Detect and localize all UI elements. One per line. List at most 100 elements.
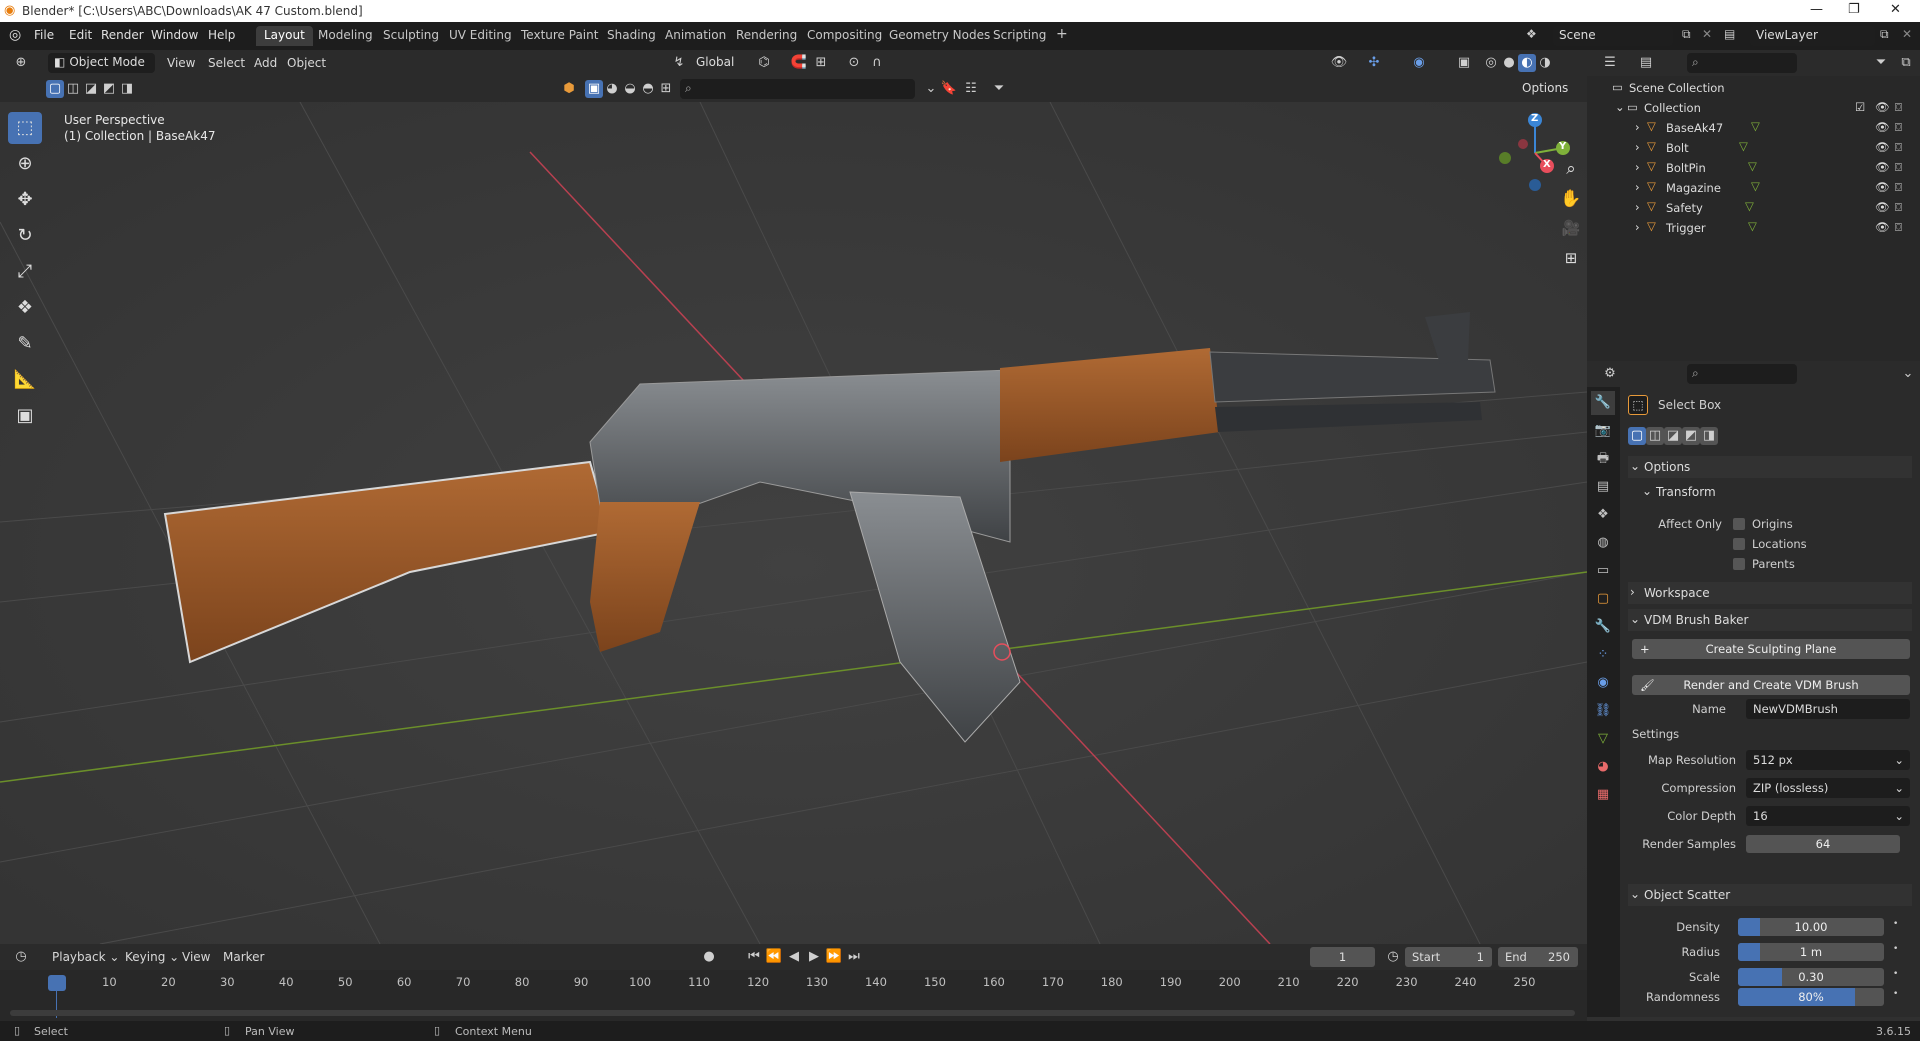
keyframe-dot-icon[interactable]: •	[1893, 969, 1898, 979]
orientation-selector[interactable]: Global ⌄	[690, 53, 745, 83]
camera-icon[interactable]: ⌼	[1895, 220, 1902, 235]
3d-viewport[interactable]: User Perspective (1) Collection | BaseAk…	[0, 102, 1587, 944]
new-view-layer-icon[interactable]: ⧉	[1880, 27, 1889, 42]
asset-library-icon[interactable]: ⌄	[922, 80, 940, 98]
exclude-checkbox-icon[interactable]: ☑	[1855, 100, 1865, 114]
mode-intersect-icon[interactable]: ◨	[1700, 427, 1718, 445]
chevron-right-icon[interactable]: ›	[1635, 140, 1640, 154]
outliner-editor-type-icon[interactable]: ☰	[1601, 54, 1619, 72]
cursor-tool-icon[interactable]: ⊕	[8, 148, 42, 180]
end-frame-field[interactable]: End 250	[1498, 947, 1578, 967]
timeline-editor-type-icon[interactable]: ◷	[12, 948, 30, 966]
material-tab-icon[interactable]: ◕	[1591, 755, 1615, 779]
outliner-item-magazine[interactable]: › ▽ Magazine ▽ 👁 ⌼	[1587, 177, 1920, 197]
color-depth-select[interactable]: 16 ⌄	[1746, 806, 1910, 826]
collection-tab-icon[interactable]: ▭	[1591, 559, 1615, 583]
display-mode-icon[interactable]: ☷	[962, 80, 980, 98]
asset-search-input[interactable]: ⌕	[680, 79, 915, 99]
camera-icon[interactable]: ⌼	[1895, 200, 1902, 215]
timeline-scrollbar[interactable]	[10, 1010, 1575, 1016]
eye-icon[interactable]: 👁	[1875, 100, 1890, 114]
eye-icon[interactable]: 👁	[1875, 220, 1890, 234]
camera-icon[interactable]: ⌼	[1895, 140, 1902, 155]
menu-object[interactable]: Object	[287, 56, 326, 70]
preview-range-icon[interactable]: ◷	[1384, 948, 1402, 966]
menu-timeline-view[interactable]: View	[182, 950, 210, 964]
keyframe-dot-icon[interactable]: •	[1893, 989, 1898, 999]
rotate-tool-icon[interactable]: ↻	[8, 220, 42, 252]
scale-tool-icon[interactable]: ⤢	[8, 256, 42, 288]
object-tab-icon[interactable]: ▢	[1591, 587, 1615, 611]
outliner-item-trigger[interactable]: › ▽ Trigger ▽ 👁 ⌼	[1587, 217, 1920, 237]
tab-sculpting[interactable]: Sculpting	[375, 26, 447, 46]
play-reverse-icon[interactable]: ◀	[785, 948, 803, 966]
new-scene-icon[interactable]: ⧉	[1682, 27, 1691, 42]
blender-menu-icon[interactable]: ◎	[9, 27, 21, 43]
constraints-tab-icon[interactable]: ⛓	[1591, 699, 1615, 723]
playhead[interactable]	[48, 975, 66, 991]
outliner-item-bolt[interactable]: › ▽ Bolt ▽ 👁 ⌼	[1587, 137, 1920, 157]
jump-end-icon[interactable]: ⏭	[845, 948, 863, 966]
view-layer-icon[interactable]: ▤	[1724, 27, 1735, 41]
eye-icon[interactable]: 👁	[1875, 160, 1890, 174]
transform-orientation-icon[interactable]: ↯	[670, 54, 688, 72]
tab-geometry-nodes[interactable]: Geometry Nodes	[881, 26, 998, 46]
falloff-icon[interactable]: ∩	[868, 54, 886, 72]
eye-icon[interactable]: 👁	[1875, 140, 1890, 154]
scene-tab-icon[interactable]: ❖	[1591, 503, 1615, 527]
bookmark-icon[interactable]: 🔖	[940, 80, 958, 98]
output-tab-icon[interactable]: 🖶	[1591, 447, 1615, 471]
pivot-point-icon[interactable]: ⌬	[755, 54, 773, 72]
mode-subtract-icon[interactable]: ◪	[1664, 427, 1682, 445]
select-intersect-icon[interactable]: ◨	[118, 80, 136, 98]
navigation-gizmo[interactable]: Z Y X	[1490, 108, 1580, 198]
keyframe-dot-icon[interactable]: •	[1893, 944, 1898, 954]
tab-texture-paint[interactable]: Texture Paint	[513, 26, 606, 46]
shading-wireframe-icon[interactable]: ◎	[1482, 54, 1500, 72]
texture-tab-icon[interactable]: ▦	[1591, 783, 1615, 807]
add-workspace-icon[interactable]: +	[1048, 24, 1076, 44]
mesh-data-icon[interactable]: ▽	[1748, 159, 1757, 173]
shading-solid-icon[interactable]: ●	[1500, 54, 1518, 72]
physics-tab-icon[interactable]: ◉	[1591, 671, 1615, 695]
chevron-right-icon[interactable]: ›	[1635, 160, 1640, 174]
filter-mode-icon[interactable]: ▣	[585, 80, 603, 98]
filter-mesh-icon[interactable]: ◓	[639, 80, 657, 98]
object-scatter-panel-header[interactable]: ⌄ Object Scatter	[1628, 884, 1912, 906]
restore-icon[interactable]: ❐	[1848, 2, 1860, 17]
mesh-data-icon[interactable]: ▽	[1751, 119, 1760, 133]
render-vdm-button[interactable]: 🖌 Render and Create VDM Brush	[1632, 675, 1910, 695]
object-types-icon[interactable]: ⬢	[560, 80, 578, 98]
camera-icon[interactable]: ⌼	[1895, 100, 1902, 115]
mesh-data-icon[interactable]: ▽	[1751, 179, 1760, 193]
scene-selector[interactable]: Scene	[1553, 26, 1673, 46]
tab-uv-editing[interactable]: UV Editing	[441, 26, 520, 46]
add-cube-tool-icon[interactable]: ▣	[8, 400, 42, 432]
new-collection-icon[interactable]: ⧉	[1897, 54, 1915, 72]
perspective-toggle-icon[interactable]: ⊞	[1557, 249, 1585, 277]
snap-icon[interactable]: 🧲	[790, 54, 808, 72]
density-slider[interactable]: 10.00	[1738, 918, 1884, 936]
menu-select[interactable]: Select	[208, 56, 245, 70]
view-layer-selector[interactable]: ViewLayer	[1750, 26, 1875, 46]
view-layer-tab-icon[interactable]: ▤	[1591, 475, 1615, 499]
mode-selector[interactable]: ◧Object Mode ⌄	[48, 53, 155, 83]
properties-editor-type-icon[interactable]: ⚙	[1601, 365, 1619, 383]
mesh-data-icon[interactable]: ▽	[1739, 139, 1748, 153]
map-resolution-select[interactable]: 512 px ⌄	[1746, 750, 1910, 770]
tool-tab-icon[interactable]: 🔧	[1591, 391, 1615, 415]
origins-checkbox[interactable]	[1733, 518, 1745, 530]
measure-tool-icon[interactable]: 📐	[8, 364, 42, 396]
properties-search-input[interactable]: ⌕	[1687, 364, 1797, 384]
mesh-data-icon[interactable]: ▽	[1748, 219, 1757, 233]
gizmo-z-label[interactable]: Z	[1531, 113, 1538, 124]
select-subtract-icon[interactable]: ◪	[82, 80, 100, 98]
world-tab-icon[interactable]: ◍	[1591, 531, 1615, 555]
visibility-icon[interactable]: 👁	[1330, 54, 1348, 72]
tab-animation[interactable]: Animation	[657, 26, 734, 46]
transform-tool-icon[interactable]: ❖	[8, 292, 42, 324]
camera-view-icon[interactable]: 🎥	[1557, 219, 1585, 247]
record-icon[interactable]: ●	[700, 948, 718, 966]
move-tool-icon[interactable]: ✥	[8, 184, 42, 216]
locations-checkbox[interactable]	[1733, 538, 1745, 550]
